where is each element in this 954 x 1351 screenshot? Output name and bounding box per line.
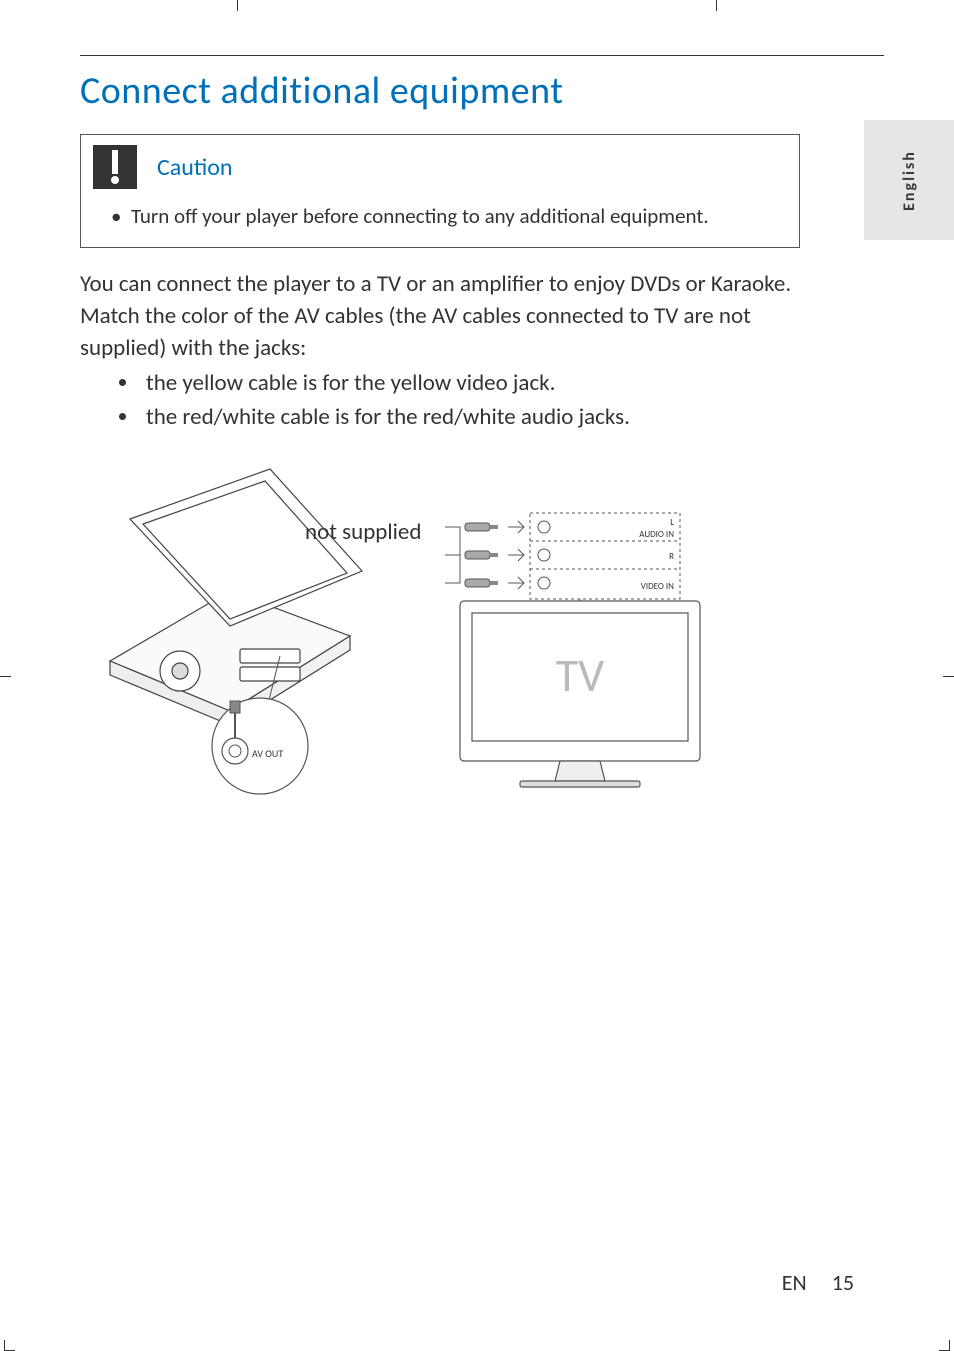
list-item: the yellow cable is for the yellow video… — [140, 367, 800, 399]
section-title: Connect additional equipment — [80, 68, 884, 114]
caution-body: • Turn off your player before connecting… — [81, 193, 799, 247]
list-item: the red/white cable is for the red/white… — [140, 401, 800, 433]
av-out-label: AV OUT — [252, 747, 283, 760]
page-footer: EN 15 — [782, 1269, 854, 1296]
audio-r-label: R — [669, 551, 674, 562]
footer-page-number: 15 — [832, 1269, 854, 1296]
paragraph: You can connect the player to a TV or an… — [80, 268, 800, 300]
caution-icon — [93, 145, 137, 189]
footer-lang: EN — [782, 1269, 807, 1296]
caution-item: Turn off your player before connecting t… — [131, 203, 709, 229]
video-in-label: VIDEO IN — [641, 581, 674, 592]
connection-diagram: AV OUT not supplied TV L AUDIO IN R VID — [90, 461, 740, 821]
caution-box: Caution • Turn off your player before co… — [80, 134, 800, 248]
body-text: You can connect the player to a TV or an… — [80, 268, 800, 433]
audio-l-label: L — [670, 517, 674, 528]
page-content: Connect additional equipment Caution • T… — [0, 0, 954, 1351]
caution-label: Caution — [157, 153, 233, 182]
tv-label: TV — [556, 648, 605, 704]
horizontal-rule — [80, 55, 884, 56]
caution-header: Caution — [81, 135, 799, 193]
paragraph: Match the color of the AV cables (the AV… — [80, 300, 800, 364]
audio-in-label: AUDIO IN — [639, 529, 674, 540]
bullet-list: the yellow cable is for the yellow video… — [80, 367, 800, 433]
not-supplied-label: not supplied — [305, 518, 421, 546]
